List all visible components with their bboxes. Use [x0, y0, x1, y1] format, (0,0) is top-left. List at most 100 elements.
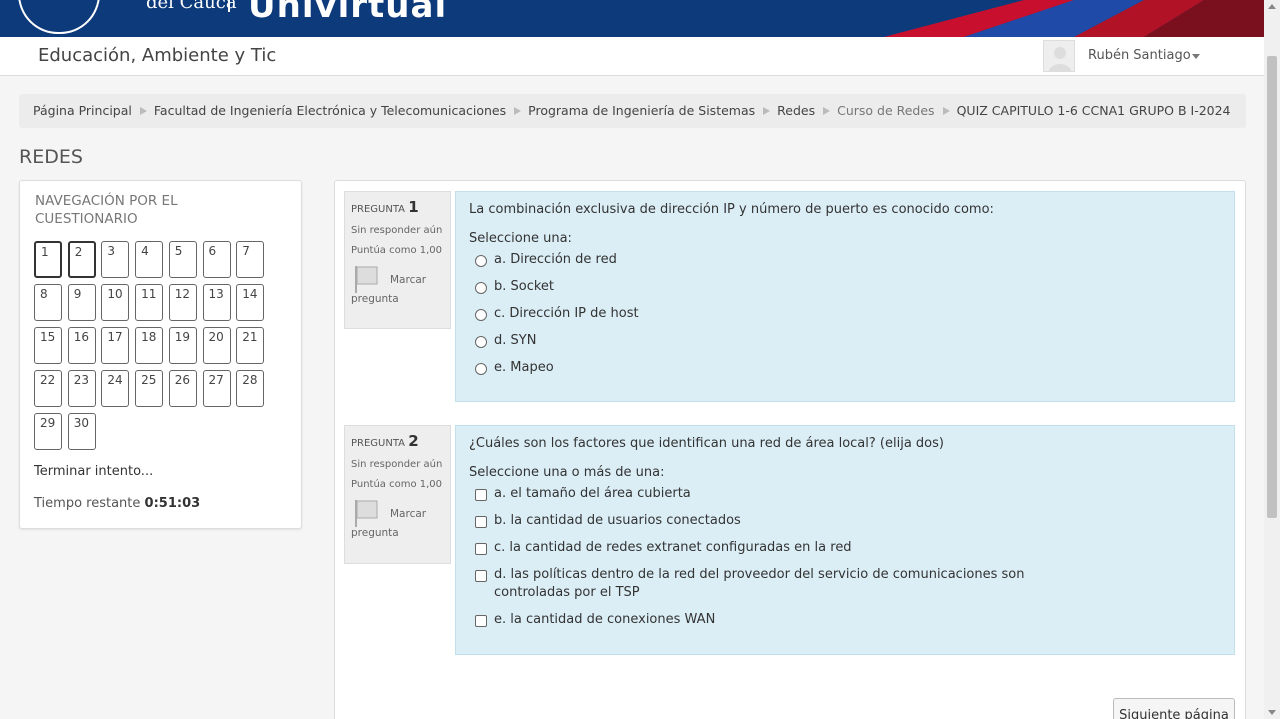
option-label[interactable]: d. las políticas dentro de la red del pr… — [494, 567, 1025, 582]
checkbox[interactable] — [475, 489, 487, 501]
question-2-number: PREGUNTA 2 — [351, 432, 444, 450]
quiz-nav-button-6[interactable]: 6 — [202, 241, 231, 278]
quiz-nav-button-18[interactable]: 18 — [135, 327, 164, 364]
breadcrumb-item-program[interactable]: Programa de Ingeniería de Sistemas — [528, 103, 755, 118]
quiz-nav-button-3[interactable]: 3 — [101, 241, 130, 278]
quiz-nav-button-7[interactable]: 7 — [236, 241, 265, 278]
question-1-info: PREGUNTA 1 Sin responder aún Puntúa como… — [344, 191, 451, 329]
question-2-flag[interactable]: Marcar pregunta — [351, 498, 444, 539]
breadcrumb-item-section[interactable]: Curso de Redes — [837, 103, 934, 118]
flag-icon — [355, 500, 378, 527]
question-2-option-b[interactable]: b. la cantidad de usuarios conectados — [469, 512, 1221, 530]
university-logo — [18, 0, 100, 34]
question-1-option-a[interactable]: a. Dirección de red — [469, 251, 1221, 269]
breadcrumb-item-faculty[interactable]: Facultad de Ingeniería Electrónica y Tel… — [154, 103, 506, 118]
option-label[interactable]: c. la cantidad de redes extranet configu… — [494, 540, 852, 555]
quiz-nav-button-28[interactable]: 28 — [236, 370, 265, 407]
next-page-button[interactable]: Siguiente página — [1113, 698, 1235, 719]
quiz-nav-button-8[interactable]: 8 — [34, 284, 62, 321]
question-1-option-b[interactable]: b. Socket — [469, 278, 1221, 296]
option-label[interactable]: a. Dirección de red — [494, 252, 617, 267]
quiz-nav-button-26[interactable]: 26 — [168, 370, 197, 407]
quiz-nav-button-1[interactable]: 1 — [34, 241, 62, 278]
finish-attempt-link[interactable]: Terminar intento... — [34, 464, 153, 479]
flag-label-2[interactable]: pregunta — [351, 293, 399, 305]
radio-button[interactable] — [475, 255, 487, 267]
quiz-nav-button-13[interactable]: 13 — [202, 284, 231, 321]
option-label-continued[interactable]: controladas por el TSP — [494, 584, 1221, 602]
checkbox[interactable] — [475, 543, 487, 555]
user-avatar[interactable] — [1043, 40, 1075, 72]
quiz-nav-button-23[interactable]: 23 — [67, 370, 96, 407]
checkbox[interactable] — [475, 516, 487, 528]
scroll-down-icon[interactable] — [1268, 710, 1276, 715]
question-2-status: Sin responder aún — [351, 459, 443, 470]
question-1-option-e[interactable]: e. Mapeo — [469, 359, 1221, 377]
flag-label[interactable]: Marcar — [390, 508, 426, 520]
question-2-option-c[interactable]: c. la cantidad de redes extranet configu… — [469, 539, 1221, 557]
quiz-nav-button-4[interactable]: 4 — [135, 241, 164, 278]
site-name-link[interactable]: Educación, Ambiente y Tic — [38, 45, 276, 66]
radio-button[interactable] — [475, 363, 487, 375]
option-label[interactable]: b. Socket — [494, 279, 554, 294]
breadcrumb-item-quiz[interactable]: QUIZ CAPITULO 1-6 CCNA1 GRUPO B I-2024 — [957, 103, 1231, 118]
quiz-nav-button-15[interactable]: 15 — [34, 327, 62, 364]
quiz-nav-button-11[interactable]: 11 — [135, 284, 164, 321]
option-label[interactable]: c. Dirección IP de host — [494, 306, 639, 321]
quiz-nav-button-12[interactable]: 12 — [168, 284, 197, 321]
quiz-nav-button-20[interactable]: 20 — [202, 327, 231, 364]
question-2-info: PREGUNTA 2 Sin responder aún Puntúa como… — [344, 425, 451, 564]
checkbox[interactable] — [475, 615, 487, 627]
question-2-option-e[interactable]: e. la cantidad de conexiones WAN — [469, 611, 1221, 629]
flag-label-2[interactable]: pregunta — [351, 527, 399, 539]
quiz-nav-button-14[interactable]: 14 — [236, 284, 265, 321]
question-2-option-d[interactable]: d. las políticas dentro de la red del pr… — [469, 566, 1221, 602]
quiz-nav-button-25[interactable]: 25 — [135, 370, 164, 407]
question-1-number: PREGUNTA 1 — [351, 198, 444, 216]
question-1-option-d[interactable]: d. SYN — [469, 332, 1221, 350]
quiz-nav-button-10[interactable]: 10 — [101, 284, 130, 321]
quiz-nav-button-21[interactable]: 21 — [236, 327, 265, 364]
question-2-option-a[interactable]: a. el tamaño del área cubierta — [469, 485, 1221, 503]
flag-label[interactable]: Marcar — [390, 274, 426, 286]
chevron-down-icon[interactable] — [1192, 54, 1200, 59]
question-2-body: ¿Cuáles son los factores que identifican… — [455, 425, 1235, 655]
question-1-status: Sin responder aún — [351, 225, 443, 236]
quiz-nav-button-27[interactable]: 27 — [202, 370, 231, 407]
banner-flag-graphic — [884, 0, 1264, 37]
option-label[interactable]: b. la cantidad de usuarios conectados — [494, 513, 741, 528]
question-label: PREGUNTA — [351, 438, 406, 449]
quiz-nav-button-19[interactable]: 19 — [168, 327, 197, 364]
quiz-nav-button-29[interactable]: 29 — [34, 413, 62, 450]
quiz-nav-button-24[interactable]: 24 — [101, 370, 130, 407]
quiz-nav-button-17[interactable]: 17 — [101, 327, 130, 364]
checkbox[interactable] — [475, 570, 487, 582]
question-1-flag[interactable]: Marcar pregunta — [351, 264, 444, 305]
option-label[interactable]: e. la cantidad de conexiones WAN — [494, 612, 715, 627]
page-scrollbar[interactable] — [1264, 0, 1280, 719]
quiz-nav-button-30[interactable]: 30 — [67, 413, 96, 450]
question-2-prompt: Seleccione una o más de una: — [469, 465, 665, 480]
radio-button[interactable] — [475, 336, 487, 348]
scrollbar-thumb[interactable] — [1267, 56, 1277, 518]
time-remaining-label: Tiempo restante — [34, 496, 141, 511]
radio-button[interactable] — [475, 282, 487, 294]
breadcrumb-arrow-icon — [823, 107, 831, 115]
option-label[interactable]: d. SYN — [494, 333, 536, 348]
user-menu-name[interactable]: Rubén Santiago — [1088, 48, 1191, 63]
radio-button[interactable] — [475, 309, 487, 321]
time-remaining-value: 0:51:03 — [144, 496, 201, 511]
quiz-nav-button-22[interactable]: 22 — [34, 370, 62, 407]
quiz-nav-button-16[interactable]: 16 — [67, 327, 96, 364]
breadcrumb-item-home[interactable]: Página Principal — [33, 103, 132, 118]
page-title: REDES — [19, 146, 83, 168]
quiz-nav-button-2[interactable]: 2 — [67, 241, 96, 278]
quiz-nav-button-9[interactable]: 9 — [67, 284, 96, 321]
question-label: PREGUNTA — [351, 204, 406, 215]
scroll-up-icon[interactable] — [1268, 4, 1276, 9]
quiz-nav-button-5[interactable]: 5 — [168, 241, 197, 278]
question-1-option-c[interactable]: c. Dirección IP de host — [469, 305, 1221, 323]
option-label[interactable]: a. el tamaño del área cubierta — [494, 486, 691, 501]
breadcrumb-item-course[interactable]: Redes — [777, 103, 815, 118]
option-label[interactable]: e. Mapeo — [494, 360, 554, 375]
